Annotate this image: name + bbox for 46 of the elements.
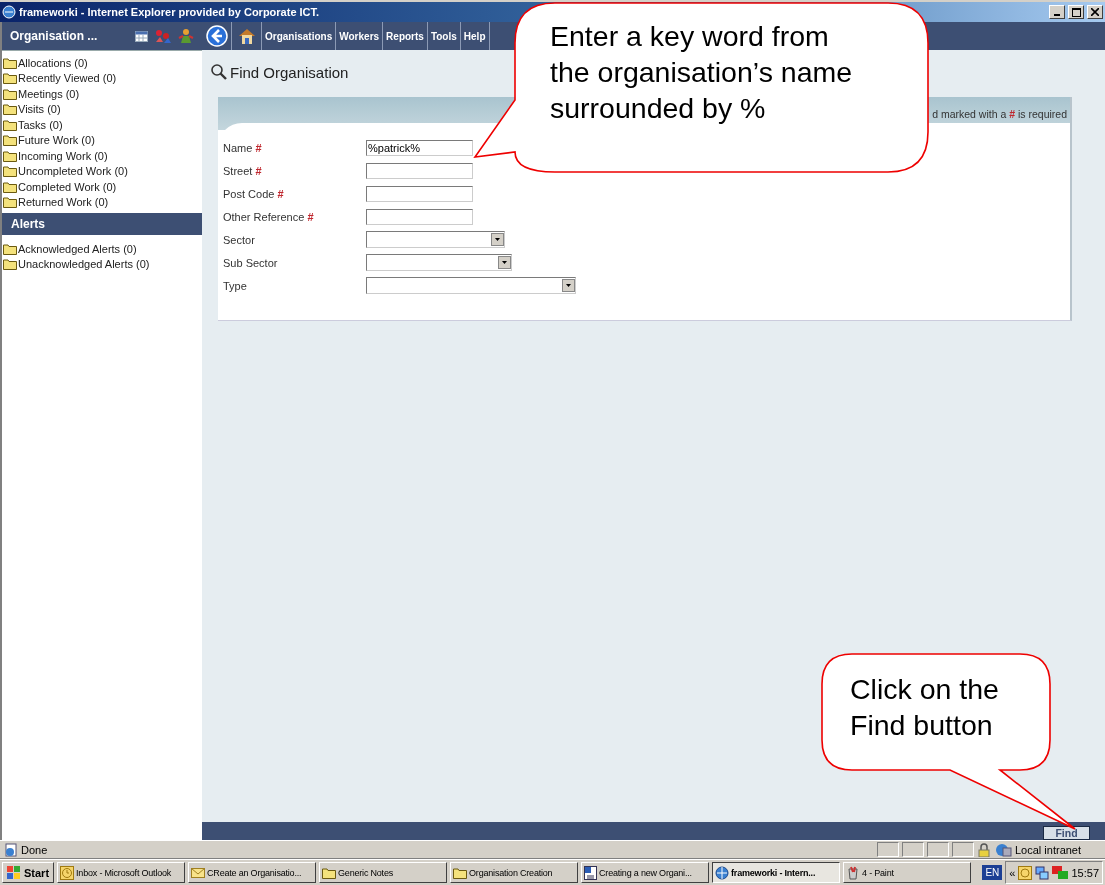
status-text: Done bbox=[21, 843, 49, 856]
field-label: Other Reference # bbox=[223, 210, 315, 223]
page-title: Find Organisation bbox=[230, 63, 349, 81]
sidebar-item[interactable]: Returned Work (0) bbox=[18, 196, 109, 209]
field-label: Sector bbox=[223, 233, 256, 246]
zone-text: Local intranet bbox=[1015, 843, 1083, 856]
menu-item[interactable]: Help bbox=[460, 22, 490, 50]
field-label: Sub Sector bbox=[223, 256, 279, 269]
sidebar-item[interactable]: Completed Work (0) bbox=[18, 180, 117, 193]
window-title: frameworki - Internet Explorer provided by Corporate ICT. bbox=[19, 6, 321, 18]
taskbar-button[interactable]: frameworki - Intern... bbox=[712, 862, 841, 883]
taskbar-button[interactable]: CReate an Organisatio... bbox=[188, 862, 317, 883]
menu-item[interactable]: Tools bbox=[427, 22, 461, 50]
sidebar-item[interactable]: Unacknowledged Alerts (0) bbox=[18, 258, 150, 271]
sidebar-item[interactable]: Tasks (0) bbox=[18, 118, 63, 131]
taskbar-button[interactable]: 4 - Paint bbox=[843, 862, 972, 883]
start-button[interactable]: Start bbox=[2, 862, 55, 883]
taskbar-button[interactable]: Inbox - Microsoft Outlook bbox=[57, 862, 186, 883]
taskbar-button[interactable]: Generic Notes bbox=[319, 862, 448, 883]
menu-item[interactable]: Workers bbox=[336, 22, 384, 50]
sidebar-item[interactable]: Incoming Work (0) bbox=[18, 149, 108, 162]
menu-item[interactable]: Organisations bbox=[262, 22, 337, 50]
language-indicator[interactable]: EN bbox=[982, 865, 1003, 880]
callout-text: Enter a key word from the organisation’s name surrounded by % bbox=[550, 19, 853, 126]
sidebar-item[interactable]: Recently Viewed (0) bbox=[18, 72, 117, 85]
required-note: d marked with a # is required bbox=[932, 107, 1067, 120]
sidebar-title: Organisation ... bbox=[10, 29, 99, 43]
field-label: Post Code # bbox=[223, 187, 285, 200]
tray-expand[interactable]: « bbox=[1009, 866, 1016, 879]
taskbar-button[interactable]: Organisation Creation bbox=[450, 862, 579, 883]
menu-item[interactable]: Reports bbox=[383, 22, 428, 50]
sidebar-item[interactable]: Future Work (0) bbox=[18, 134, 95, 147]
clock-text: 15:57 bbox=[1071, 866, 1099, 879]
taskbar-button[interactable]: Creating a new Organi... bbox=[581, 862, 710, 883]
sidebar-item[interactable]: Uncompleted Work (0) bbox=[18, 165, 128, 178]
callout-text: Click on the Find button bbox=[850, 672, 999, 743]
input-field[interactable]: %patrick% bbox=[366, 139, 473, 156]
sidebar-item[interactable]: Meetings (0) bbox=[18, 87, 80, 100]
field-label: Name # bbox=[223, 141, 263, 154]
sidebar-item[interactable]: Allocations (0) bbox=[18, 56, 88, 69]
field-label: Street # bbox=[223, 164, 263, 177]
sidebar-item[interactable]: Acknowledged Alerts (0) bbox=[18, 242, 137, 255]
find-button[interactable]: Find bbox=[1043, 826, 1090, 840]
field-label: Type bbox=[223, 279, 248, 292]
sidebar-item[interactable]: Visits (0) bbox=[18, 103, 61, 116]
alerts-header: Alerts bbox=[2, 213, 202, 235]
